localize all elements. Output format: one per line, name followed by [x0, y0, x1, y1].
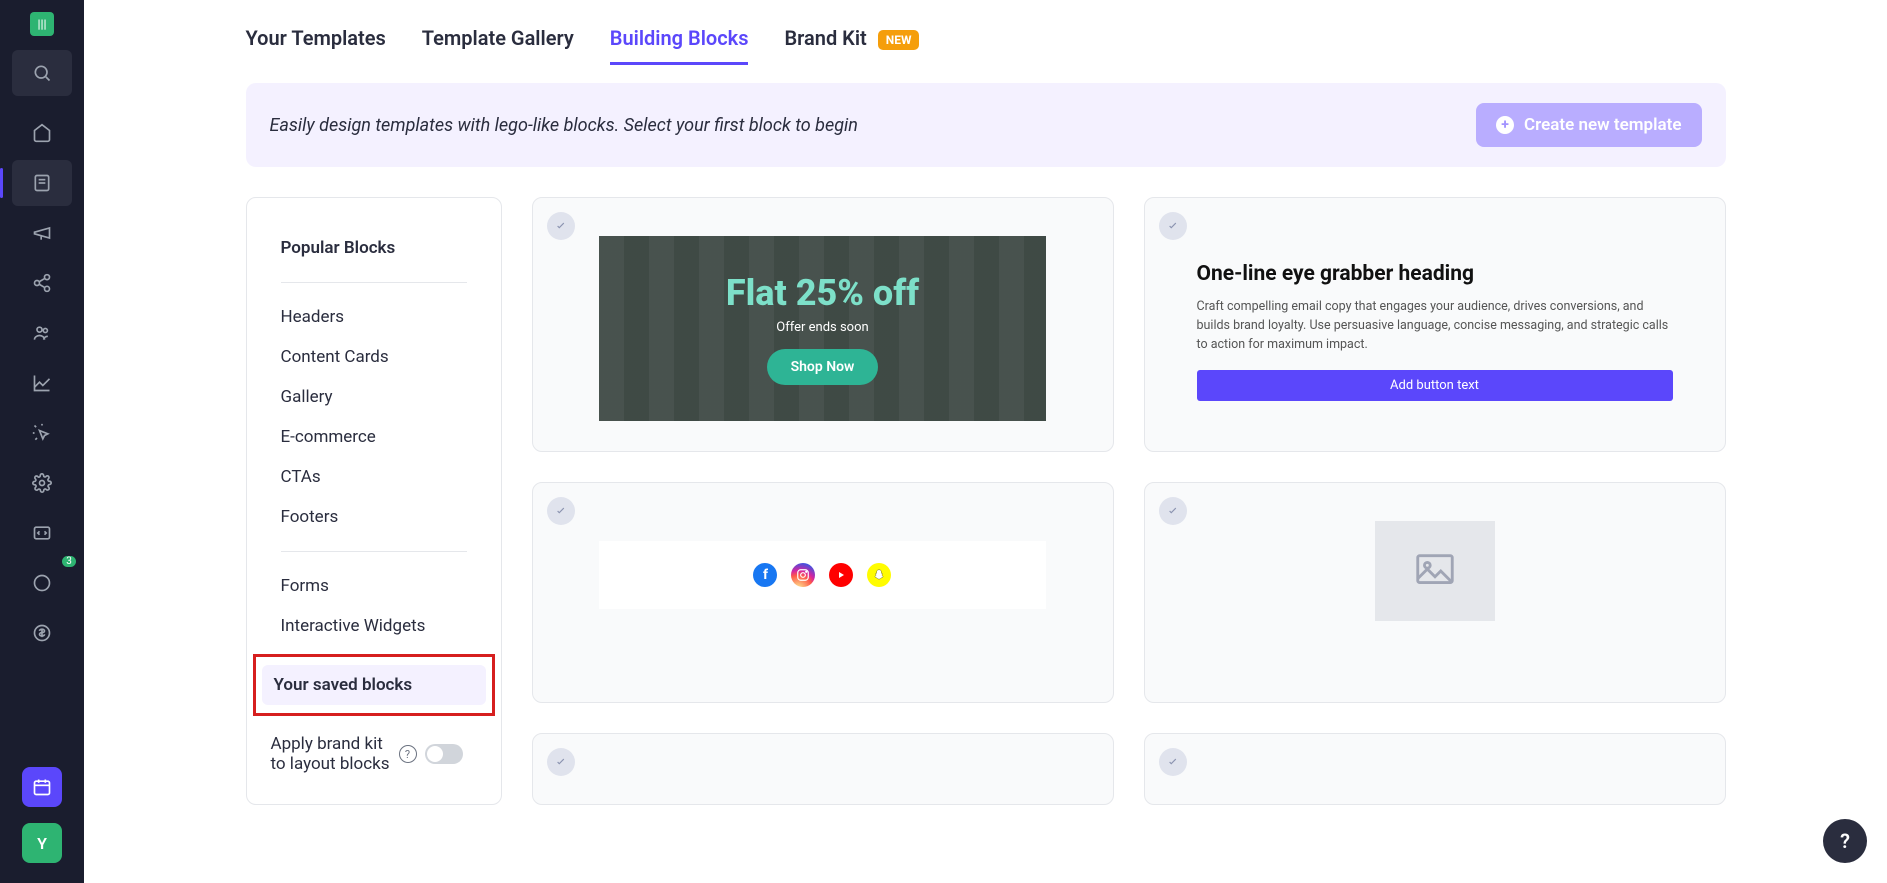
- sidebar-forms[interactable]: Forms: [269, 566, 479, 606]
- sidebar-saved-blocks[interactable]: Your saved blocks: [262, 665, 486, 705]
- image-placeholder: [1375, 521, 1495, 621]
- billing-icon[interactable]: [12, 610, 72, 656]
- select-check-icon[interactable]: [1159, 748, 1187, 776]
- instagram-icon: [791, 563, 815, 587]
- templates-icon[interactable]: [12, 160, 72, 206]
- sidebar-ctas[interactable]: CTAs: [269, 457, 479, 497]
- sidebar-content-cards[interactable]: Content Cards: [269, 337, 479, 377]
- plus-icon: +: [1496, 116, 1514, 134]
- block-card-promo[interactable]: Flat 25% off Offer ends soon Shop Now: [532, 197, 1114, 452]
- snapchat-icon: [867, 563, 891, 587]
- tab-your-templates[interactable]: Your Templates: [246, 26, 386, 65]
- block-card-social[interactable]: f: [532, 482, 1114, 704]
- text-preview: One-line eye grabber heading Craft compe…: [1163, 216, 1707, 421]
- notification-badge: 3: [62, 556, 76, 567]
- divider: [281, 282, 467, 283]
- sidebar-footers[interactable]: Footers: [269, 497, 479, 537]
- search-icon[interactable]: [12, 50, 72, 96]
- tab-brand-kit[interactable]: Brand Kit NEW: [784, 26, 919, 65]
- promo-subtitle: Offer ends soon: [776, 320, 868, 335]
- select-check-icon[interactable]: [547, 497, 575, 525]
- cursor-click-icon[interactable]: [12, 410, 72, 456]
- block-card-text[interactable]: One-line eye grabber heading Craft compe…: [1144, 197, 1726, 452]
- facebook-icon: f: [753, 563, 777, 587]
- new-badge: NEW: [878, 30, 920, 50]
- promo-button: Shop Now: [767, 349, 879, 385]
- select-check-icon[interactable]: [1159, 212, 1187, 240]
- text-body: Craft compelling email copy that engages…: [1197, 298, 1673, 354]
- category-sidebar: Popular Blocks Headers Content Cards Gal…: [246, 197, 502, 805]
- help-fab[interactable]: ?: [1823, 819, 1867, 863]
- promo-preview: Flat 25% off Offer ends soon Shop Now: [599, 236, 1045, 421]
- tabs-row: Your Templates Template Gallery Building…: [246, 0, 1726, 83]
- blocks-grid: Flat 25% off Offer ends soon Shop Now On…: [532, 197, 1726, 805]
- tab-brand-kit-label: Brand Kit: [784, 26, 866, 50]
- sidebar-ecommerce[interactable]: E-commerce: [269, 417, 479, 457]
- calendar-button[interactable]: [22, 767, 62, 807]
- select-check-icon[interactable]: [1159, 497, 1187, 525]
- brand-kit-toggle-row: Apply brand kit to layout blocks ?: [259, 724, 489, 784]
- left-nav-rail: ||| 3 Y: [0, 0, 84, 883]
- main-content: Your Templates Template Gallery Building…: [84, 0, 1887, 883]
- sidebar-popular-blocks[interactable]: Popular Blocks: [269, 228, 479, 268]
- create-button-label: Create new template: [1524, 115, 1681, 135]
- create-template-button[interactable]: + Create new template: [1476, 103, 1701, 147]
- embed-icon[interactable]: [12, 510, 72, 556]
- home-icon[interactable]: [12, 110, 72, 156]
- text-heading: One-line eye grabber heading: [1197, 262, 1673, 286]
- settings-icon[interactable]: [12, 460, 72, 506]
- divider: [281, 551, 467, 552]
- banner-text: Easily design templates with lego-like b…: [270, 115, 858, 136]
- sidebar-gallery[interactable]: Gallery: [269, 377, 479, 417]
- app-logo[interactable]: |||: [30, 12, 54, 36]
- sidebar-headers[interactable]: Headers: [269, 297, 479, 337]
- notifications-icon[interactable]: 3: [12, 560, 72, 606]
- select-check-icon[interactable]: [547, 212, 575, 240]
- text-button: Add button text: [1197, 370, 1673, 401]
- help-icon[interactable]: ?: [399, 745, 417, 763]
- saved-blocks-highlight: Your saved blocks: [253, 654, 495, 716]
- sidebar-interactive-widgets[interactable]: Interactive Widgets: [269, 606, 479, 646]
- users-icon[interactable]: [12, 310, 72, 356]
- brand-kit-label: Apply brand kit to layout blocks: [271, 734, 391, 774]
- social-preview: f: [599, 541, 1045, 609]
- promo-title: Flat 25% off: [726, 272, 919, 314]
- tab-template-gallery[interactable]: Template Gallery: [422, 26, 574, 65]
- user-avatar[interactable]: Y: [22, 823, 62, 863]
- info-banner: Easily design templates with lego-like b…: [246, 83, 1726, 167]
- youtube-icon: [829, 563, 853, 587]
- block-card-extra-1[interactable]: [532, 733, 1114, 805]
- analytics-icon[interactable]: [12, 360, 72, 406]
- brand-kit-toggle[interactable]: [425, 744, 463, 764]
- share-icon[interactable]: [12, 260, 72, 306]
- tab-building-blocks[interactable]: Building Blocks: [610, 26, 749, 65]
- block-card-image[interactable]: [1144, 482, 1726, 704]
- megaphone-icon[interactable]: [12, 210, 72, 256]
- block-card-extra-2[interactable]: [1144, 733, 1726, 805]
- select-check-icon[interactable]: [547, 748, 575, 776]
